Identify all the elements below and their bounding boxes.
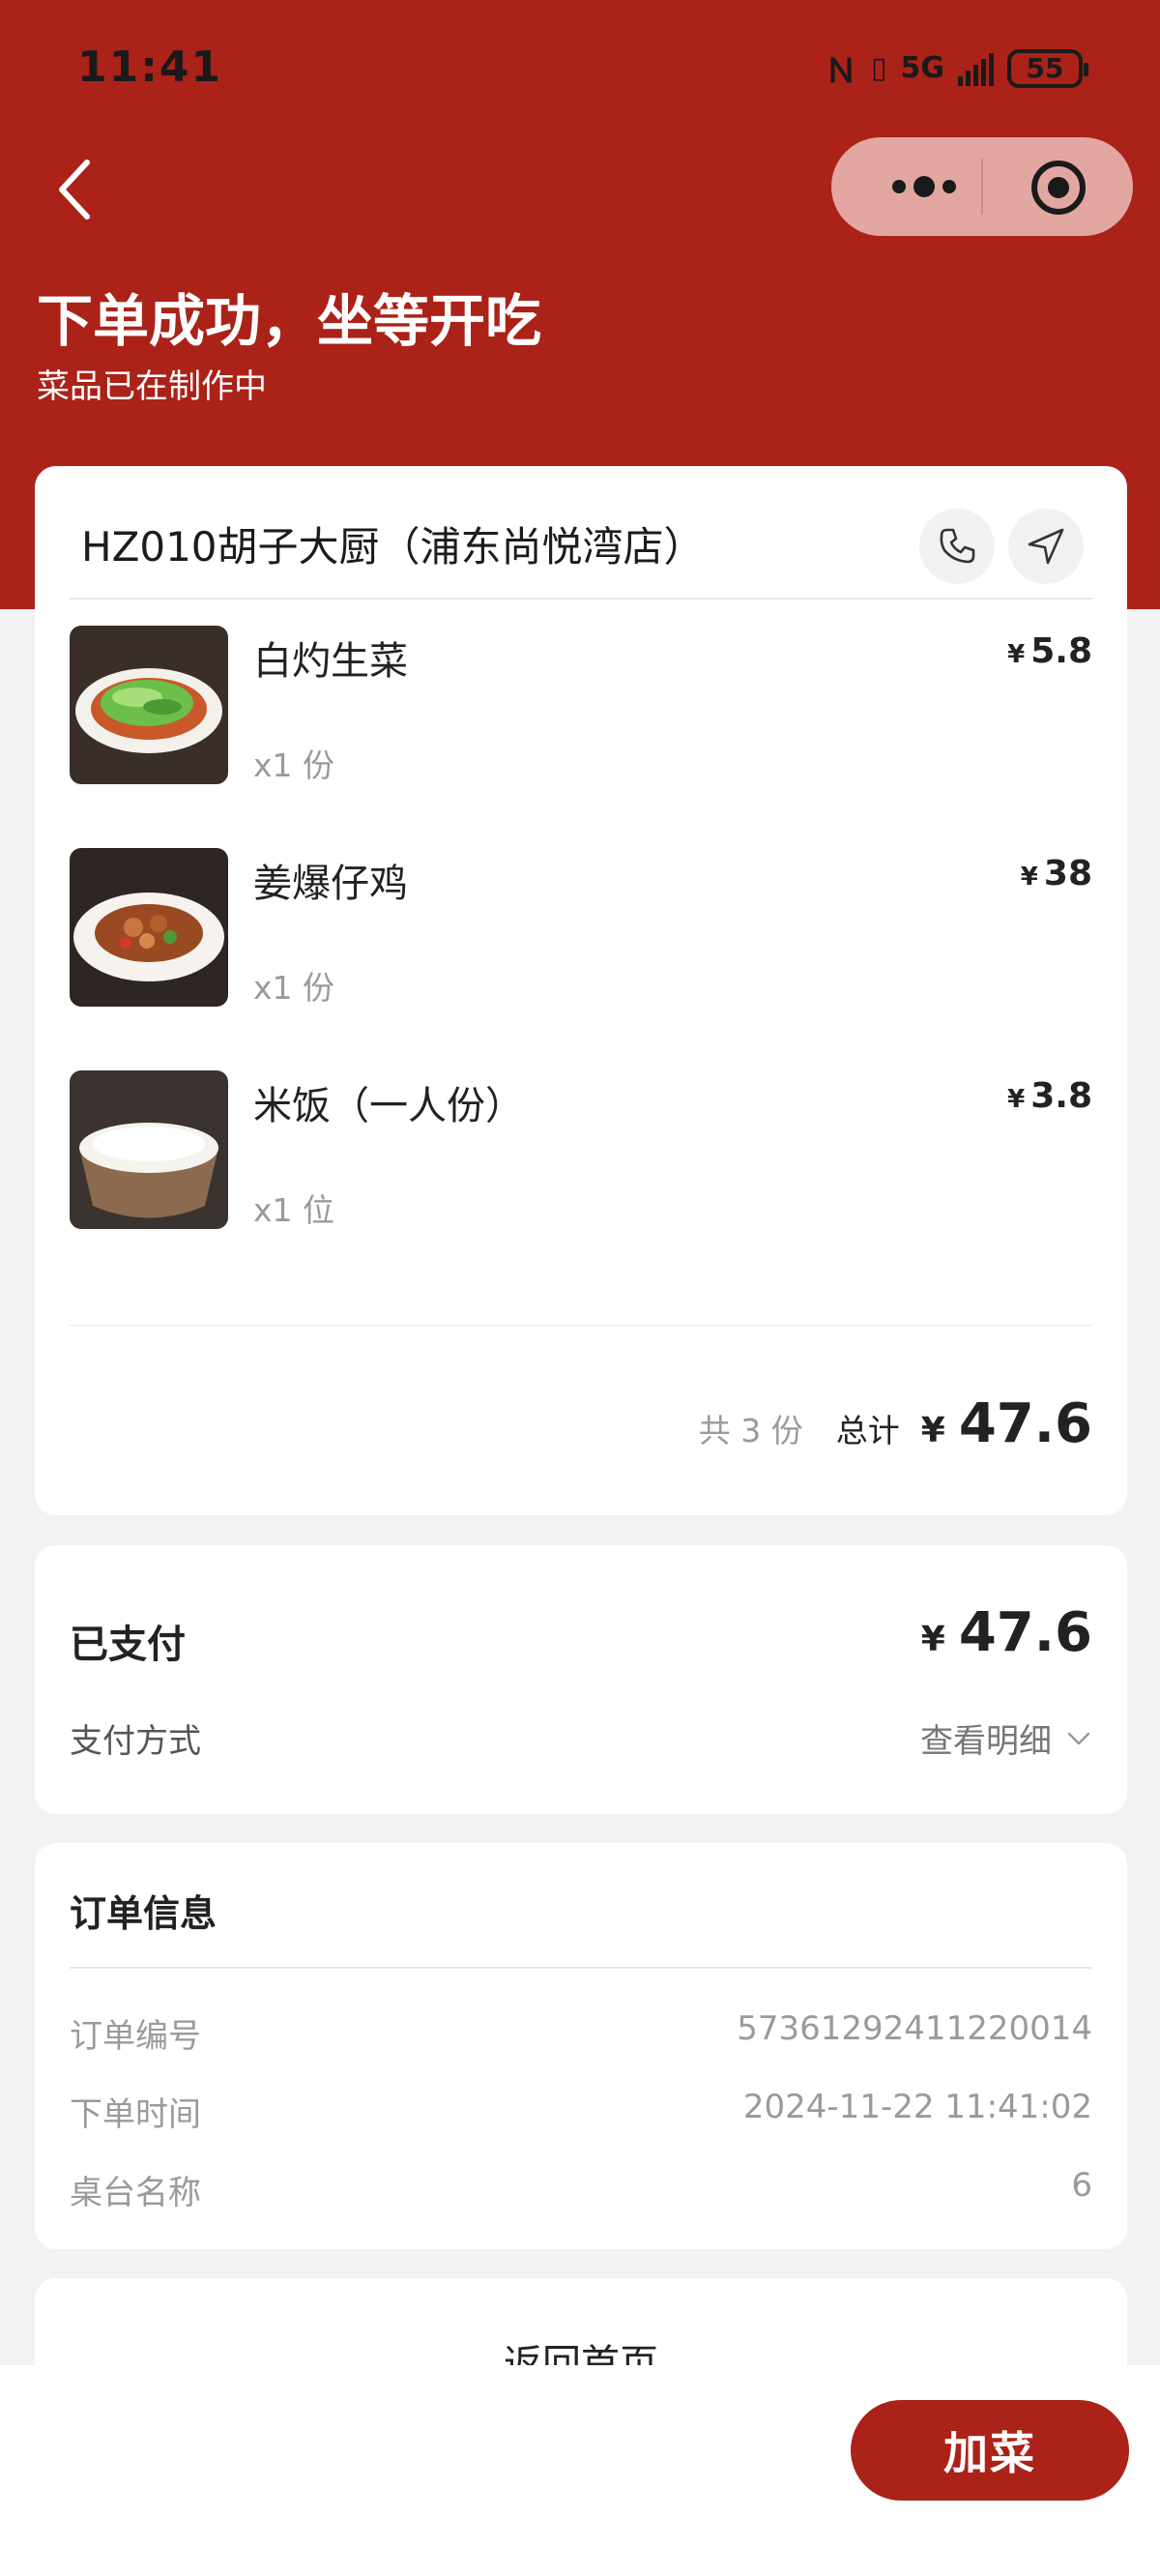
order-number-row: 订单编号 57361292411220014 <box>70 2009 1092 2058</box>
add-dish-button[interactable]: 加菜 <box>851 2400 1129 2501</box>
dish-image <box>70 1070 228 1229</box>
phone-icon <box>940 528 975 564</box>
order-card: HZ010胡子大厨（浦东尚悦湾店） 白灼生菜 x1 份 ¥5.8 姜爆仔鸡 x1… <box>35 466 1127 1515</box>
currency-symbol: ¥ <box>920 1411 945 1450</box>
dish-price: ¥38 <box>1021 854 1092 893</box>
currency-symbol: ¥ <box>1020 863 1038 892</box>
table-name-row: 桌台名称 6 <box>70 2166 1092 2214</box>
battery-level: 55 <box>1026 52 1064 84</box>
item-count: 共 3 份 <box>698 1412 803 1449</box>
status-icons: Ｎ ▯ 5G 55 <box>824 44 1088 92</box>
network-label: 5G <box>900 51 945 85</box>
target-icon <box>1031 161 1086 215</box>
payment-method-label: 支付方式 <box>70 1722 201 1761</box>
view-payment-details[interactable]: 查看明细 <box>920 1714 1092 1762</box>
order-time-row: 下单时间 2024-11-22 11:41:02 <box>70 2088 1092 2136</box>
total-label: 总计 <box>835 1412 900 1449</box>
paid-amount: ¥ 47.6 <box>921 1601 1092 1664</box>
mini-program-capsule <box>831 137 1133 236</box>
order-info-card: 订单信息 订单编号 57361292411220014 下单时间 2024-11… <box>35 1843 1127 2249</box>
signal-icon <box>958 51 994 86</box>
dish-price: ¥3.8 <box>1007 1076 1092 1116</box>
dish-item: 白灼生菜 x1 份 ¥5.8 <box>70 626 1092 786</box>
chevron-down-icon <box>1067 1732 1090 1744</box>
order-number-label: 订单编号 <box>70 2017 201 2056</box>
store-name[interactable]: HZ010胡子大厨（浦东尚悦湾店） <box>81 514 705 573</box>
bottom-action-bar: 加菜 <box>0 2365 1160 2576</box>
order-time-value: 2024-11-22 11:41:02 <box>742 2088 1092 2126</box>
dish-price-value: 3.8 <box>1030 1076 1092 1116</box>
order-info-title: 订单信息 <box>70 1892 218 1935</box>
order-number-value[interactable]: 57361292411220014 <box>737 2009 1092 2048</box>
order-divider <box>70 1325 1092 1326</box>
nfc-icon: Ｎ <box>824 52 857 91</box>
dish-quantity: x1 份 <box>253 746 335 784</box>
page-title: 下单成功，坐等开吃 <box>37 288 542 354</box>
close-mini-program-button[interactable] <box>1030 159 1088 217</box>
page-subtitle: 菜品已在制作中 <box>37 367 267 406</box>
table-name-label: 桌台名称 <box>70 2174 201 2212</box>
call-store-button[interactable] <box>919 509 995 584</box>
back-button[interactable] <box>48 155 106 222</box>
currency-symbol: ¥ <box>1007 640 1026 669</box>
currency-symbol: ¥ <box>920 1620 945 1659</box>
paid-amount-value: 47.6 <box>958 1601 1092 1664</box>
dish-item: 姜爆仔鸡 x1 份 ¥38 <box>70 848 1092 1009</box>
dish-name: 米饭（一人份） <box>253 1084 524 1128</box>
dish-price-value: 5.8 <box>1030 631 1092 671</box>
dish-price-value: 38 <box>1043 854 1092 893</box>
battery-icon: 55 <box>1007 48 1088 88</box>
view-details-label: 查看明细 <box>920 1722 1052 1761</box>
order-info-divider <box>70 1967 1092 1969</box>
status-bar: 11:41 Ｎ ▯ 5G 55 <box>0 0 1160 135</box>
dish-image <box>70 848 228 1007</box>
currency-symbol: ¥ <box>1007 1085 1026 1114</box>
chevron-left-icon <box>59 160 90 220</box>
dish-name: 白灼生菜 <box>253 639 408 684</box>
dish-name: 姜爆仔鸡 <box>253 862 408 906</box>
navigation-icon <box>1028 528 1064 565</box>
more-dots-icon <box>892 176 956 197</box>
dish-quantity: x1 位 <box>253 1191 335 1229</box>
dish-price: ¥5.8 <box>1007 631 1092 671</box>
more-button[interactable] <box>870 137 976 236</box>
store-divider <box>70 598 1092 600</box>
capsule-divider <box>981 159 983 215</box>
table-name-value: 6 <box>1071 2166 1092 2205</box>
order-time-label: 下单时间 <box>70 2095 201 2134</box>
status-time: 11:41 <box>77 43 223 92</box>
payment-card: 已支付 ¥ 47.6 支付方式 查看明细 <box>35 1545 1127 1814</box>
dish-quantity: x1 份 <box>253 969 335 1007</box>
order-summary: 共 3 份 总计 ¥ 47.6 <box>699 1392 1092 1455</box>
dish-image <box>70 626 228 784</box>
total-amount: 47.6 <box>958 1392 1092 1455</box>
paid-label: 已支付 <box>70 1623 186 1667</box>
navigate-store-button[interactable] <box>1008 509 1084 584</box>
dish-item: 米饭（一人份） x1 位 ¥3.8 <box>70 1070 1092 1231</box>
vibrate-icon: ▯ <box>870 51 887 85</box>
